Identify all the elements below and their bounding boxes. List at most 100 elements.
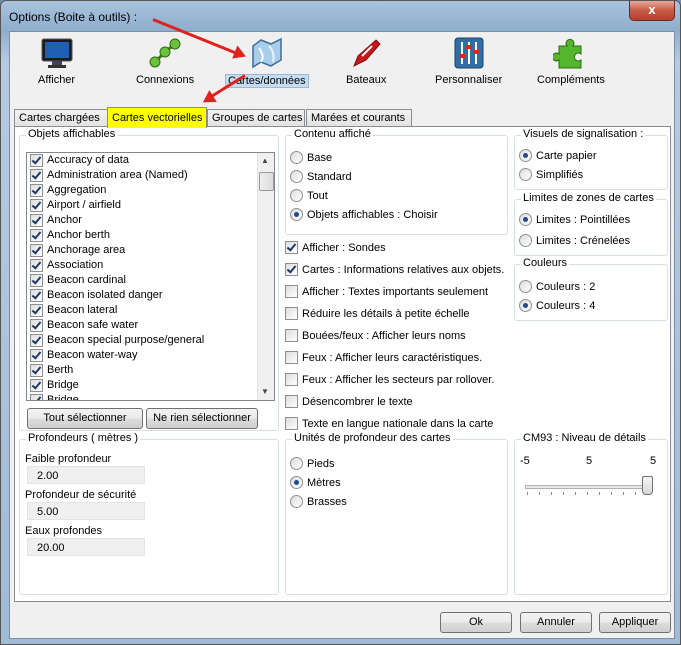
- radio-unselected-icon[interactable]: [519, 168, 532, 181]
- checkbox-unchecked-icon[interactable]: [285, 329, 298, 342]
- cancel-button[interactable]: Annuler: [520, 612, 592, 633]
- radio-option[interactable]: Pieds: [290, 457, 335, 470]
- option-checkbox[interactable]: Texte en langue nationale dans la carte: [285, 417, 493, 430]
- checkbox-checked-icon[interactable]: [30, 273, 43, 287]
- list-scrollbar[interactable]: ▲ ▼: [257, 153, 274, 400]
- close-button[interactable]: x: [629, 1, 675, 21]
- apply-button[interactable]: Appliquer: [599, 612, 671, 633]
- checkbox-checked-icon[interactable]: [30, 363, 43, 377]
- radio-selected-icon[interactable]: [519, 149, 532, 162]
- option-checkbox[interactable]: Désencombrer le texte: [285, 395, 413, 408]
- list-item[interactable]: Accuracy of data: [27, 153, 274, 168]
- tab-cartes-chargees[interactable]: Cartes chargées: [14, 109, 110, 126]
- checkbox-checked-icon[interactable]: [30, 213, 43, 227]
- option-checkbox[interactable]: Bouées/feux : Afficher leurs noms: [285, 329, 466, 342]
- option-checkbox[interactable]: Afficher : Sondes: [285, 241, 386, 254]
- list-item[interactable]: Beacon lateral: [27, 303, 274, 318]
- tab-cartes-vectorielles[interactable]: Cartes vectorielles: [107, 107, 207, 128]
- checkbox-checked-icon[interactable]: [30, 348, 43, 362]
- radio-unselected-icon[interactable]: [519, 234, 532, 247]
- scroll-up-icon[interactable]: ▲: [261, 156, 269, 165]
- checkbox-checked-icon[interactable]: [30, 183, 43, 197]
- option-checkbox[interactable]: Réduire les détails à petite échelle: [285, 307, 470, 320]
- select-all-button[interactable]: Tout sélectionner: [27, 408, 143, 429]
- list-item[interactable]: Beacon cardinal: [27, 273, 274, 288]
- radio-option[interactable]: Brasses: [290, 495, 347, 508]
- toolbar-item-personnaliser[interactable]: Personnaliser: [435, 36, 502, 86]
- checkbox-checked-icon[interactable]: [30, 303, 43, 317]
- toolbar-item-afficher[interactable]: Afficher: [38, 36, 75, 86]
- option-checkbox[interactable]: Feux : Afficher leurs caractéristiques.: [285, 351, 482, 364]
- profondeur-securite-field[interactable]: 5.00: [27, 502, 145, 520]
- checkbox-unchecked-icon[interactable]: [285, 351, 298, 364]
- checkbox-checked-icon[interactable]: [30, 393, 43, 400]
- tab-marees-courants[interactable]: Marées et courants: [306, 109, 412, 126]
- radio-selected-icon[interactable]: [290, 208, 303, 221]
- radio-option[interactable]: Standard: [290, 170, 352, 183]
- objets-list[interactable]: Accuracy of data Administration area (Nam…: [26, 152, 275, 401]
- list-item[interactable]: Beacon isolated danger: [27, 288, 274, 303]
- radio-option[interactable]: Base: [290, 151, 332, 164]
- checkbox-checked-icon[interactable]: [30, 198, 43, 212]
- detail-slider-track[interactable]: [525, 485, 651, 489]
- list-item[interactable]: Administration area (Named): [27, 168, 274, 183]
- checkbox-checked-icon[interactable]: [30, 153, 43, 167]
- checkbox-unchecked-icon[interactable]: [285, 373, 298, 386]
- radio-option[interactable]: Limites : Pointillées: [519, 213, 630, 226]
- checkbox-checked-icon[interactable]: [285, 263, 298, 276]
- checkbox-checked-icon[interactable]: [30, 378, 43, 392]
- select-none-button[interactable]: Ne rien sélectionner: [146, 408, 258, 429]
- list-item[interactable]: Beacon safe water: [27, 318, 274, 333]
- checkbox-checked-icon[interactable]: [30, 318, 43, 332]
- checkbox-checked-icon[interactable]: [30, 258, 43, 272]
- checkbox-checked-icon[interactable]: [30, 243, 43, 257]
- radio-selected-icon[interactable]: [519, 299, 532, 312]
- radio-unselected-icon[interactable]: [519, 280, 532, 293]
- radio-option[interactable]: Tout: [290, 189, 328, 202]
- list-item[interactable]: Bridge: [27, 393, 274, 400]
- list-item[interactable]: Bridge: [27, 378, 274, 393]
- title-bar[interactable]: Options (Boite à outils) : x: [1, 1, 680, 31]
- ok-button[interactable]: Ok: [440, 612, 512, 633]
- radio-unselected-icon[interactable]: [290, 170, 303, 183]
- radio-option[interactable]: Carte papier: [519, 149, 597, 162]
- checkbox-checked-icon[interactable]: [30, 288, 43, 302]
- eaux-profondes-field[interactable]: 20.00: [27, 538, 145, 556]
- radio-option[interactable]: Simplifiés: [519, 168, 583, 181]
- checkbox-unchecked-icon[interactable]: [285, 417, 298, 430]
- checkbox-unchecked-icon[interactable]: [285, 285, 298, 298]
- radio-unselected-icon[interactable]: [290, 457, 303, 470]
- checkbox-unchecked-icon[interactable]: [285, 395, 298, 408]
- option-checkbox[interactable]: Feux : Afficher les secteurs par rollove…: [285, 373, 494, 386]
- list-item[interactable]: Beacon water-way: [27, 348, 274, 363]
- radio-unselected-icon[interactable]: [290, 151, 303, 164]
- list-item[interactable]: Berth: [27, 363, 274, 378]
- faible-profondeur-field[interactable]: 2.00: [27, 466, 145, 484]
- option-checkbox[interactable]: Cartes : Informations relatives aux obje…: [285, 263, 504, 276]
- radio-option[interactable]: Couleurs : 2: [519, 280, 595, 293]
- scroll-down-icon[interactable]: ▼: [261, 387, 269, 396]
- radio-selected-icon[interactable]: [519, 213, 532, 226]
- checkbox-checked-icon[interactable]: [285, 241, 298, 254]
- toolbar-item-connexions[interactable]: Connexions: [136, 36, 194, 86]
- list-item[interactable]: Anchor: [27, 213, 274, 228]
- radio-option[interactable]: Mètres: [290, 476, 341, 489]
- list-item[interactable]: Anchor berth: [27, 228, 274, 243]
- list-item[interactable]: Aggregation: [27, 183, 274, 198]
- radio-unselected-icon[interactable]: [290, 495, 303, 508]
- checkbox-checked-icon[interactable]: [30, 228, 43, 242]
- list-item[interactable]: Airport / airfield: [27, 198, 274, 213]
- list-item[interactable]: Anchorage area: [27, 243, 274, 258]
- option-checkbox[interactable]: Afficher : Textes importants seulement: [285, 285, 488, 298]
- radio-option[interactable]: Objets affichables : Choisir: [290, 208, 438, 221]
- tab-groupes-de-cartes[interactable]: Groupes de cartes: [207, 109, 305, 126]
- radio-option[interactable]: Limites : Crénelées: [519, 234, 630, 247]
- toolbar-item-bateaux[interactable]: Bateaux: [346, 36, 386, 86]
- radio-unselected-icon[interactable]: [290, 189, 303, 202]
- radio-option[interactable]: Couleurs : 4: [519, 299, 595, 312]
- checkbox-checked-icon[interactable]: [30, 168, 43, 182]
- checkbox-unchecked-icon[interactable]: [285, 307, 298, 320]
- toolbar-item-complements[interactable]: Compléments: [537, 36, 605, 86]
- radio-selected-icon[interactable]: [290, 476, 303, 489]
- scroll-thumb[interactable]: [259, 172, 274, 191]
